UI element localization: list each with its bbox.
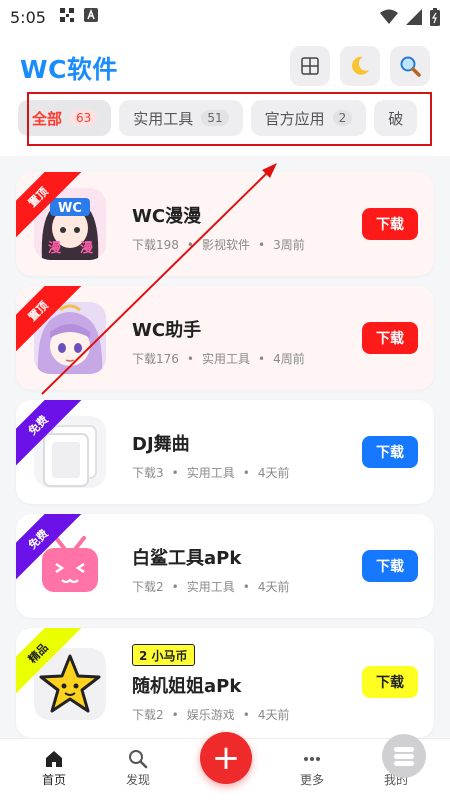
app-time: 4天前 bbox=[257, 708, 290, 722]
grid-view-button[interactable] bbox=[290, 46, 330, 86]
download-button[interactable]: 下载 bbox=[362, 666, 418, 698]
tab-count: 51 bbox=[201, 110, 229, 126]
app-name: WC助手 bbox=[132, 320, 202, 341]
download-button[interactable]: 下载 bbox=[362, 322, 418, 354]
tab-all[interactable]: 全部 63 bbox=[18, 100, 112, 136]
app-meta: 下载2 • 娱乐游戏 • 4天前 bbox=[132, 708, 290, 722]
tab-label: 破 bbox=[388, 109, 404, 128]
dark-mode-button[interactable] bbox=[340, 46, 380, 86]
page-title: WC软件 bbox=[20, 55, 118, 84]
nav-label: 发现 bbox=[125, 773, 150, 787]
grid-icon bbox=[301, 57, 319, 75]
tab-count: 63 bbox=[70, 110, 98, 126]
home-icon bbox=[44, 747, 64, 771]
svg-text:漫: 漫 bbox=[48, 240, 61, 256]
app-card[interactable]: 置顶 WC助手 下载176 • 实用工具 • 4周前 下载 bbox=[16, 286, 434, 390]
app-name: 白鲨工具aPk bbox=[132, 548, 242, 569]
app-list: WC 漫 漫 置顶 WC漫漫 下载198 • 影视软件 • 3周前 下载 置顶 … bbox=[16, 172, 434, 748]
add-button[interactable]: + bbox=[200, 732, 252, 784]
status-bar: 5:05 bbox=[0, 0, 450, 34]
profile-avatar[interactable] bbox=[382, 734, 426, 778]
moon-icon bbox=[352, 56, 369, 75]
tab-label: 实用工具 bbox=[133, 109, 194, 128]
tab-utility-tools[interactable]: 实用工具 51 bbox=[119, 100, 243, 136]
tab-label: 官方应用 bbox=[264, 109, 325, 128]
search-icon bbox=[128, 747, 148, 771]
app-name: DJ舞曲 bbox=[132, 434, 190, 455]
app-card[interactable]: 免费 DJ舞曲 下载3 • 实用工具 • 4天前 下载 bbox=[16, 400, 434, 504]
app-category: 实用工具 bbox=[186, 466, 235, 480]
nav-home[interactable]: 首页 bbox=[24, 747, 84, 788]
app-meta: 下载3 • 实用工具 • 4天前 bbox=[132, 466, 290, 480]
tab-partial[interactable]: 破 bbox=[374, 100, 418, 136]
tab-official-apps[interactable]: 官方应用 2 bbox=[250, 100, 367, 136]
search-button[interactable] bbox=[390, 46, 430, 86]
app-time: 4天前 bbox=[257, 466, 290, 480]
download-count: 下载3 bbox=[132, 466, 164, 480]
coin-price-badge: 2 小马币 bbox=[132, 644, 195, 666]
download-button[interactable]: 下载 bbox=[362, 550, 418, 582]
nav-discover[interactable]: 发现 bbox=[108, 747, 168, 788]
app-meta: 下载198 • 影视软件 • 3周前 bbox=[132, 238, 305, 252]
more-icon bbox=[302, 747, 322, 771]
app-card[interactable]: 免费 白鲨工具aPk 下载2 • 实用工具 • 4天前 下载 bbox=[16, 514, 434, 618]
app-time: 4天前 bbox=[257, 580, 290, 594]
app-card[interactable]: WC 漫 漫 置顶 WC漫漫 下载198 • 影视软件 • 3周前 下载 bbox=[16, 172, 434, 276]
status-time: 5:05 bbox=[10, 7, 46, 27]
battery-icon bbox=[430, 8, 440, 30]
wifi-icon bbox=[380, 9, 398, 29]
app-meta: 下载176 • 实用工具 • 4周前 bbox=[132, 352, 305, 366]
svg-text:WC: WC bbox=[58, 201, 82, 216]
app-time: 4周前 bbox=[273, 352, 305, 366]
svg-text:漫: 漫 bbox=[80, 240, 93, 256]
app-category: 影视软件 bbox=[201, 238, 250, 252]
download-button[interactable]: 下载 bbox=[362, 208, 418, 240]
qr-status-icon bbox=[59, 8, 74, 26]
search-icon bbox=[400, 56, 421, 77]
download-count: 下载176 bbox=[132, 352, 179, 366]
app-meta: 下载2 • 实用工具 • 4天前 bbox=[132, 580, 290, 594]
app-category: 实用工具 bbox=[186, 580, 235, 594]
category-tabs: 全部 63 实用工具 51 官方应用 2 破 bbox=[18, 100, 450, 140]
app-status-icon bbox=[83, 8, 98, 26]
download-button[interactable]: 下载 bbox=[362, 436, 418, 468]
nav-more[interactable]: 更多 bbox=[282, 747, 342, 788]
download-count: 下载2 bbox=[132, 708, 164, 722]
app-category: 娱乐游戏 bbox=[186, 708, 235, 722]
download-count: 下载198 bbox=[132, 238, 179, 252]
download-count: 下载2 bbox=[132, 580, 164, 594]
app-time: 3周前 bbox=[273, 238, 305, 252]
app-card[interactable]: 精品 2 小马币 随机姐姐aPk 下载2 • 娱乐游戏 • 4天前 下载 bbox=[16, 628, 434, 738]
tab-count: 2 bbox=[332, 110, 353, 126]
app-name: WC漫漫 bbox=[132, 206, 202, 227]
header: WC软件 全部 63 实用工具 51 官方应用 2 破 bbox=[0, 34, 450, 156]
nav-label: 首页 bbox=[41, 773, 66, 787]
profile-icon bbox=[394, 747, 414, 766]
nav-label: 更多 bbox=[299, 773, 324, 787]
app-category: 实用工具 bbox=[201, 352, 250, 366]
signal-icon bbox=[406, 9, 422, 29]
app-name: 随机姐姐aPk bbox=[132, 676, 242, 697]
tab-label: 全部 bbox=[32, 109, 63, 128]
